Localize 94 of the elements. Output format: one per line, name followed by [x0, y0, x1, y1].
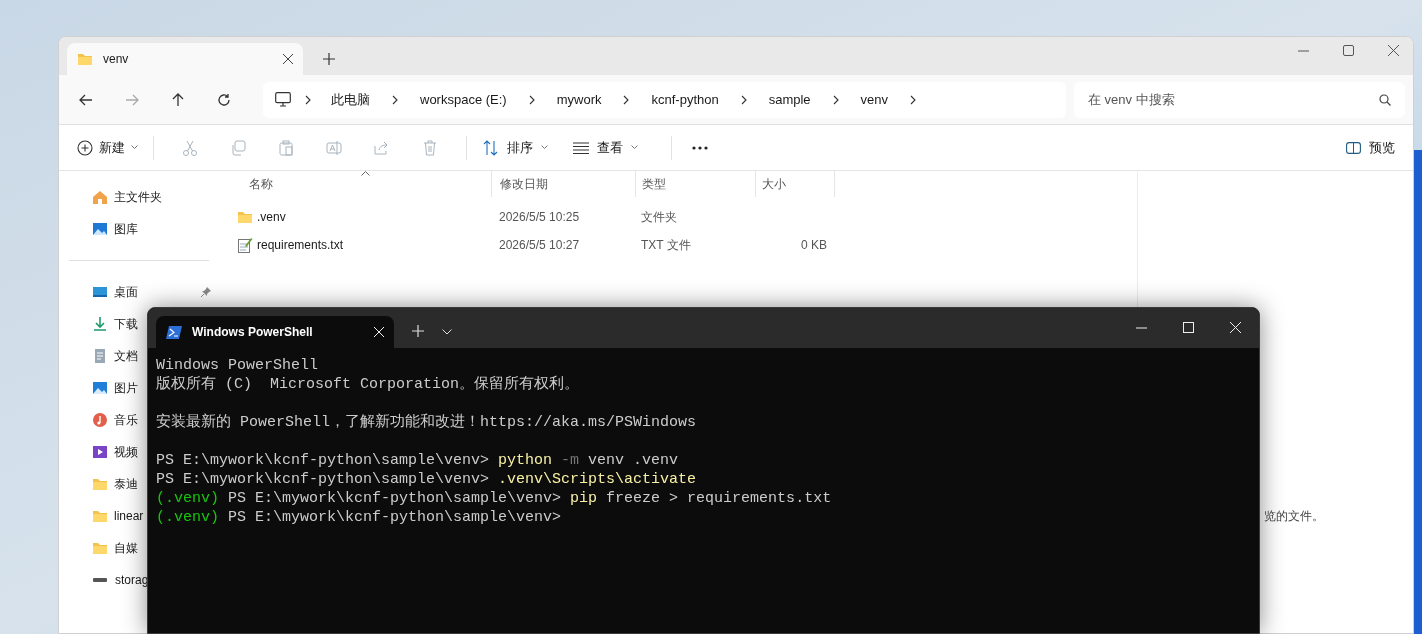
maximize-icon[interactable] [1343, 45, 1354, 56]
sort-caret-icon [361, 171, 370, 176]
sidebar-item[interactable]: 自媒 [92, 532, 138, 564]
date-cell-text: 2026/5/5 10:25 [498, 209, 581, 226]
desktop-icon [92, 284, 108, 300]
search-icon[interactable] [1379, 93, 1391, 106]
video-icon [92, 444, 108, 460]
sort-arrows-icon [483, 139, 499, 156]
folder-icon [92, 540, 108, 556]
column-header[interactable]: 名称 [219, 171, 491, 197]
chevron-right-icon [910, 94, 917, 105]
breadcrumb-item[interactable]: 此电脑 [331, 89, 370, 110]
breadcrumb-item[interactable]: kcnf-python [651, 89, 719, 110]
terminal-line: (.venv) PS E:\mywork\kcnf-python\sample\venv> pip freeze > requirements.txt [156, 489, 832, 508]
more-dots-icon [692, 145, 708, 150]
plus-circle-icon [77, 139, 93, 156]
share-icon [374, 139, 390, 156]
powershell-icon [166, 325, 182, 339]
folder-icon [237, 209, 253, 225]
paste-icon [278, 139, 294, 156]
refresh-icon[interactable] [217, 92, 231, 107]
chevron-right-icon [740, 94, 747, 105]
chevron-right-icon [305, 94, 311, 105]
chevron-right-icon [832, 94, 839, 105]
sidebar-item[interactable]: 主文件夹 [92, 181, 162, 213]
terminal-line: PS E:\mywork\kcnf-python\sample\venv> .venv\Scripts\activate [156, 470, 697, 489]
terminal-line: 版权所有 (C) Microsoft Corporation。保留所有权利。 [156, 375, 580, 394]
caret-icon [631, 145, 639, 150]
search-input[interactable]: 在 venv 中搜索 [1088, 89, 1348, 110]
column-header[interactable]: 大小 [755, 171, 835, 197]
sidebar-item[interactable]: 桌面 [92, 276, 138, 308]
sidebar-item[interactable]: 图库 [92, 213, 138, 245]
dropdown-caret-icon[interactable] [442, 329, 452, 335]
folder-icon [77, 51, 93, 67]
search-field[interactable]: 在 venv 中搜索 [1074, 81, 1405, 118]
terminal-tab[interactable]: Windows PowerShell [156, 316, 394, 348]
date-cell-text: 2026/5/5 10:27 [498, 237, 581, 254]
cut-icon [182, 139, 198, 156]
text-file-icon [237, 237, 253, 253]
breadcrumb-item[interactable]: mywork [556, 89, 602, 110]
drive-icon [93, 578, 107, 582]
preview-button[interactable]: 预览 [1344, 131, 1397, 164]
close-icon [283, 54, 293, 64]
sidebar-item[interactable]: 文档 [92, 340, 138, 372]
document-icon [92, 348, 108, 364]
sidebar-item[interactable]: 图片 [92, 372, 138, 404]
rename-icon [326, 139, 342, 156]
folder-icon [92, 476, 108, 492]
address-bar[interactable]: 此电脑 workspace (E:) mywork kcnf-python sample venv [263, 81, 1066, 118]
breadcrumb-item[interactable]: sample [768, 89, 811, 110]
sidebar-item[interactable]: 泰迪 [92, 468, 138, 500]
caret-icon [541, 145, 549, 150]
close-icon[interactable] [1388, 45, 1399, 56]
pictures-icon [92, 380, 108, 396]
close-icon [374, 327, 384, 337]
caret-icon [131, 145, 139, 150]
column-header[interactable]: 类型 [635, 171, 755, 197]
lines-icon [573, 141, 589, 154]
view-button[interactable]: 查看 [569, 131, 643, 164]
breadcrumb-item[interactable]: workspace (E:) [420, 89, 507, 110]
terminal-line: PS E:\mywork\kcnf-python\sample\venv> python -m venv .venv [156, 451, 679, 470]
size-cell-text: 0 KB [800, 237, 828, 254]
terminal-line: (.venv) PS E:\mywork\kcnf-python\sample\venv> [156, 508, 562, 527]
chevron-right-icon [528, 94, 535, 105]
sidebar-item[interactable]: 下载 [92, 308, 138, 340]
music-icon [92, 412, 108, 428]
chevron-right-icon [623, 94, 630, 105]
folder-icon [92, 508, 108, 524]
sort-button[interactable]: 排序 [479, 131, 553, 164]
trash-icon [422, 139, 438, 156]
preview-pane-icon [1346, 141, 1361, 154]
sidebar-item[interactable]: 音乐 [92, 404, 138, 436]
file-name[interactable]: requirements.txt [257, 236, 344, 254]
file-name[interactable]: .venv [257, 208, 286, 226]
folder-tab[interactable]: venv [67, 43, 303, 75]
column-header[interactable]: 修改日期 [491, 171, 635, 197]
copy-icon [230, 139, 246, 156]
sidebar-item[interactable]: linear [92, 500, 144, 532]
preview-message: 览的文件。 [1264, 508, 1324, 525]
terminal-line: 安装最新的 PowerShell，了解新功能和改进！https://aka.ms/PSWindows [156, 413, 697, 432]
terminal-line: Windows PowerShell [156, 356, 319, 375]
type-cell-text: 文件夹 [640, 209, 678, 226]
new-button[interactable]: 新建 [75, 131, 141, 164]
home-icon [92, 189, 108, 205]
download-icon [92, 316, 108, 332]
new-tab-icon[interactable] [323, 53, 335, 65]
back-arrow-icon[interactable] [79, 92, 93, 107]
gallery-icon [92, 221, 108, 237]
up-arrow-icon[interactable] [171, 92, 185, 107]
breadcrumb-item[interactable]: venv [860, 89, 889, 110]
computer-icon [275, 92, 291, 107]
sidebar-item[interactable]: 视频 [92, 436, 138, 468]
chevron-right-icon [392, 94, 398, 105]
type-cell-text: TXT 文件 [640, 237, 692, 254]
